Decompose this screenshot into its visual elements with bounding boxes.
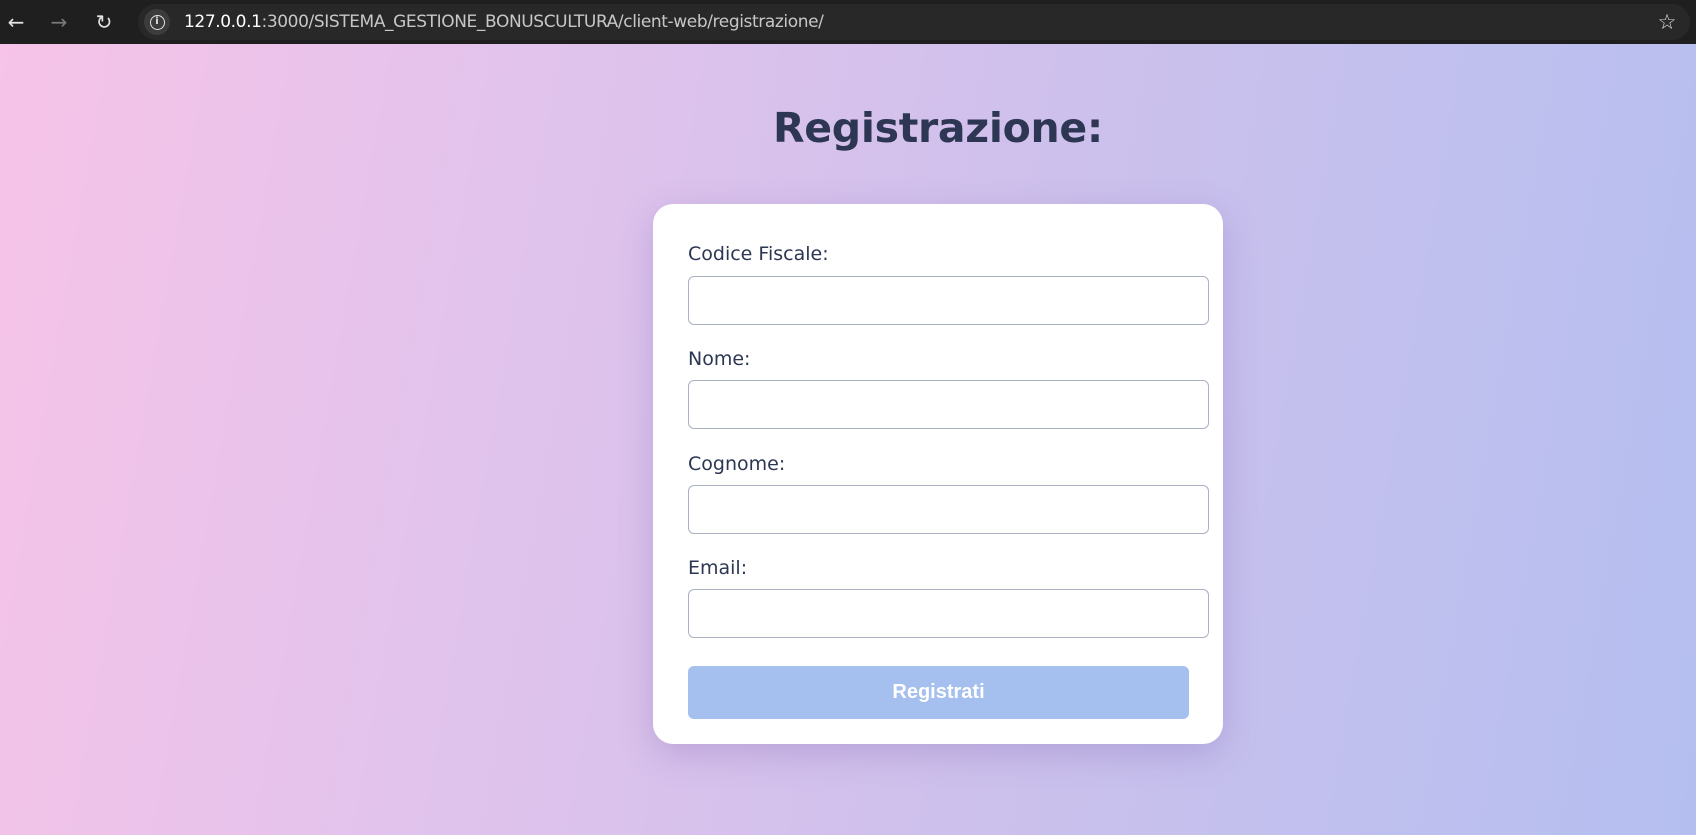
site-info-icon[interactable]: i: [144, 9, 170, 35]
codice-fiscale-input[interactable]: [688, 276, 1209, 325]
nome-label: Nome:: [688, 348, 751, 370]
cognome-label: Cognome:: [688, 453, 786, 475]
email-input[interactable]: [688, 589, 1209, 638]
nome-input[interactable]: [688, 380, 1209, 429]
browser-toolbar: ← → ↻ i 127.0.0.1:3000/SISTEMA_GESTIONE_…: [0, 0, 1696, 44]
url-path: :3000/SISTEMA_GESTIONE_BONUSCULTURA/clie…: [261, 12, 824, 32]
forward-arrow-icon[interactable]: →: [43, 6, 75, 38]
url-host: 127.0.0.1: [184, 12, 262, 32]
reload-icon[interactable]: ↻: [88, 6, 120, 38]
email-label: Email:: [688, 557, 748, 579]
registration-form: Codice Fiscale: Nome: Cognome: Email: Re…: [653, 204, 1223, 744]
cognome-input[interactable]: [688, 485, 1209, 534]
back-arrow-icon[interactable]: ←: [0, 6, 32, 38]
page-title: Registrazione:: [773, 104, 1103, 152]
url-text[interactable]: 127.0.0.1:3000/SISTEMA_GESTIONE_BONUSCUL…: [184, 4, 824, 40]
bookmark-star-icon[interactable]: ☆: [1652, 7, 1682, 37]
codice-fiscale-label: Codice Fiscale:: [688, 243, 829, 265]
address-bar[interactable]: i 127.0.0.1:3000/SISTEMA_GESTIONE_BONUSC…: [138, 4, 1690, 40]
registrati-button[interactable]: Registrati: [688, 666, 1189, 719]
page-background: Registrazione: Codice Fiscale: Nome: Cog…: [0, 44, 1696, 835]
